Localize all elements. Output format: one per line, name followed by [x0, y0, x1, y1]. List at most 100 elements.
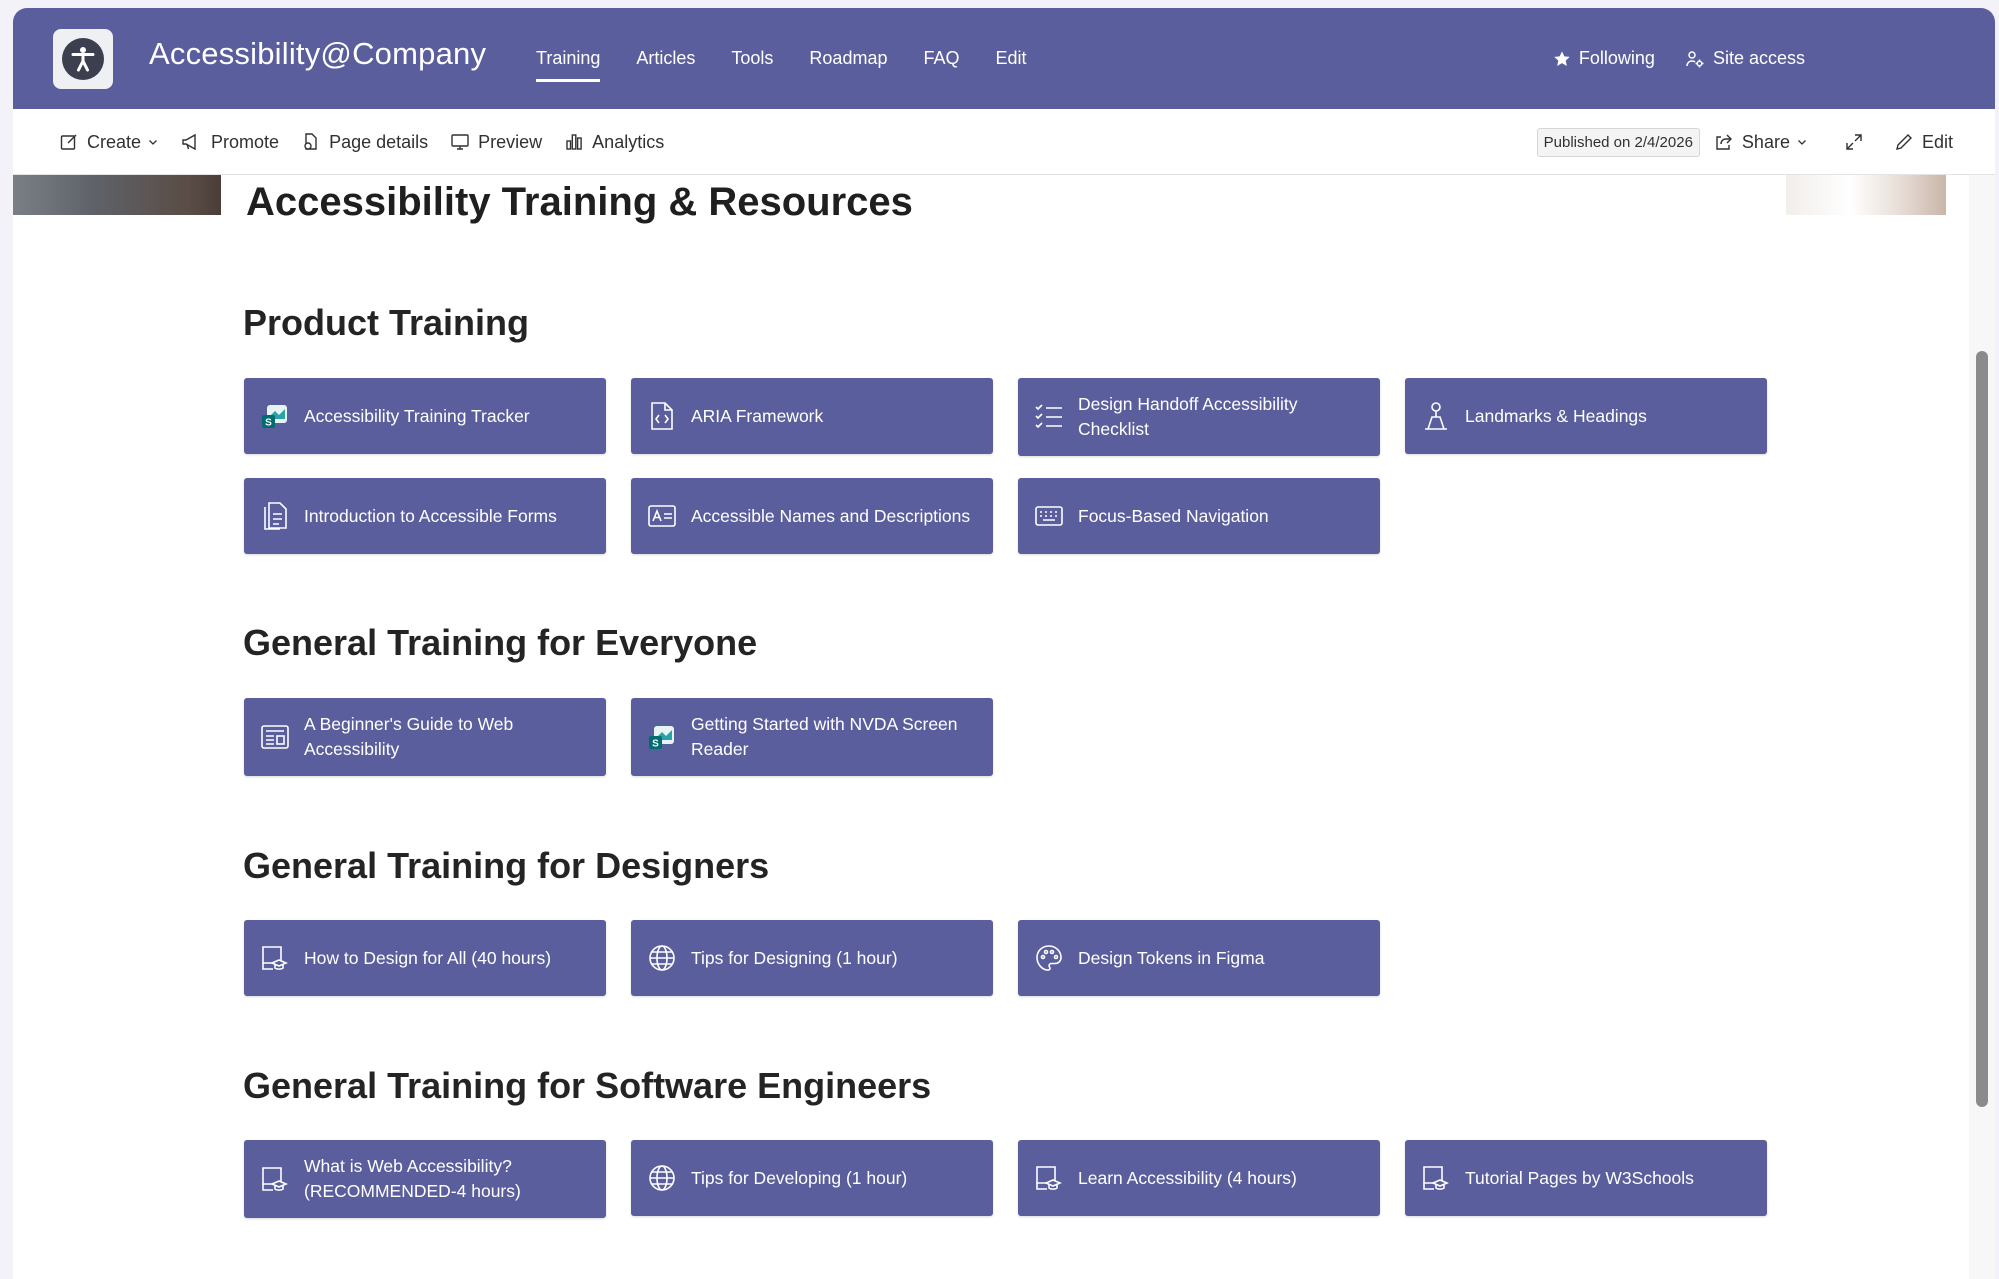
- site-access-button[interactable]: Site access: [1685, 48, 1805, 69]
- tile-label: Design Tokens in Figma: [1078, 947, 1265, 968]
- accessibility-icon: [62, 38, 104, 80]
- nav-item-training[interactable]: Training: [536, 8, 601, 109]
- section-heading-product-training: Product Training: [243, 302, 530, 343]
- news-icon: [258, 720, 292, 754]
- share-label: Share: [1741, 131, 1790, 152]
- banner-image-right: [1786, 175, 1946, 215]
- nav-item-roadmap[interactable]: Roadmap: [809, 8, 887, 109]
- tile-label: Introduction to Accessible Forms: [304, 505, 557, 526]
- tile-label: Accessibility Training Tracker: [304, 405, 530, 426]
- preview-icon: [451, 134, 469, 150]
- chevron-down-icon: [149, 140, 157, 145]
- document-icon: [258, 499, 292, 533]
- following-button[interactable]: Following: [1553, 48, 1655, 69]
- svg-text:S: S: [652, 739, 659, 750]
- tile-label: How to Design for All (40 hours): [304, 947, 552, 968]
- compose-icon: [60, 134, 77, 150]
- tile-accessible-forms[interactable]: Introduction to Accessible Forms: [244, 478, 606, 554]
- preview-label: Preview: [478, 131, 543, 152]
- header-actions: Following Site access: [1523, 8, 1805, 109]
- section-heading-general-everyone: General Training for Everyone: [243, 622, 758, 663]
- book-learning-icon: [258, 941, 292, 975]
- preview-button[interactable]: Preview: [450, 132, 542, 153]
- section-heading-general-designers: General Training for Designers: [243, 845, 770, 886]
- tile-design-for-all[interactable]: How to Design for All (40 hours): [244, 920, 606, 996]
- tile-label: Landmarks & Headings: [1465, 405, 1647, 426]
- site-title[interactable]: Accessibility@Company: [149, 36, 486, 72]
- published-status-badge: Published on 2/4/2026: [1536, 127, 1700, 157]
- book-learning-icon: [1419, 1161, 1453, 1195]
- globe-icon: [645, 941, 679, 975]
- tile-landmarks-headings[interactable]: Landmarks & Headings: [1405, 378, 1767, 454]
- tile-tips-designing[interactable]: Tips for Designing (1 hour): [631, 920, 993, 996]
- command-bar-left: Create Promote Page details Preview Anal…: [59, 109, 686, 175]
- promote-button[interactable]: Promote: [181, 132, 279, 153]
- chevron-down-icon: [1798, 140, 1806, 145]
- tile-label: Learn Accessibility (4 hours): [1078, 1167, 1297, 1188]
- tile-design-tokens-figma[interactable]: Design Tokens in Figma: [1018, 920, 1380, 996]
- megaphone-icon: [182, 133, 196, 151]
- pencil-icon: [1896, 134, 1912, 150]
- tile-tips-developing[interactable]: Tips for Developing (1 hour): [631, 1140, 993, 1216]
- star-icon: [1554, 50, 1570, 66]
- page-title: Accessibility Training & Resources: [246, 180, 913, 224]
- tile-nvda-screen-reader[interactable]: S Getting Started with NVDA Screen Reade…: [631, 698, 993, 776]
- create-button[interactable]: Create: [59, 132, 159, 153]
- tile-label: Focus-Based Navigation: [1078, 505, 1269, 526]
- keyboard-icon: [1032, 499, 1066, 533]
- sharepoint-icon: S: [258, 399, 292, 433]
- page-settings-icon: [304, 133, 317, 150]
- expand-button[interactable]: [1844, 132, 1872, 152]
- globe-icon: [645, 1161, 679, 1195]
- page-details-label: Page details: [329, 131, 429, 152]
- text-label-icon: [645, 499, 679, 533]
- checklist-icon: [1032, 400, 1066, 434]
- tile-label: Accessible Names and Descriptions: [691, 505, 971, 526]
- tile-label: Tips for Designing (1 hour): [691, 947, 898, 968]
- tile-accessible-names[interactable]: Accessible Names and Descriptions: [631, 478, 993, 554]
- share-icon: [1716, 134, 1732, 150]
- app-window: Accessibility@Company Training Articles …: [13, 8, 1995, 1279]
- following-label: Following: [1578, 48, 1655, 68]
- tile-beginners-guide[interactable]: A Beginner's Guide to Web Accessibility: [244, 698, 606, 776]
- tile-label: Design Handoff Accessibility Checklist: [1078, 394, 1298, 439]
- create-label: Create: [87, 131, 142, 152]
- share-button[interactable]: Share: [1714, 132, 1808, 153]
- people-settings-icon: [1686, 50, 1704, 67]
- nav-item-articles[interactable]: Articles: [636, 8, 695, 109]
- tile-label: What is Web Accessibility? (RECOMMENDED-…: [304, 1156, 521, 1201]
- tile-what-is-web-accessibility[interactable]: What is Web Accessibility? (RECOMMENDED-…: [244, 1140, 606, 1218]
- tile-aria-framework[interactable]: ARIA Framework: [631, 378, 993, 454]
- svg-text:S: S: [265, 418, 272, 429]
- nav-item-edit[interactable]: Edit: [995, 8, 1026, 109]
- book-learning-icon: [258, 1162, 292, 1196]
- nav-item-faq[interactable]: FAQ: [923, 8, 959, 109]
- command-bar-right: Published on 2/4/2026 Share Edit: [1536, 109, 1953, 175]
- tile-label: Getting Started with NVDA Screen Reader: [691, 714, 958, 759]
- code-file-icon: [645, 399, 679, 433]
- edit-button[interactable]: Edit: [1894, 132, 1953, 153]
- book-learning-icon: [1032, 1161, 1066, 1195]
- tile-accessibility-training-tracker[interactable]: S Accessibility Training Tracker: [244, 378, 606, 454]
- site-logo[interactable]: [53, 29, 113, 89]
- landmark-icon: [1419, 399, 1453, 433]
- tile-focus-navigation[interactable]: Focus-Based Navigation: [1018, 478, 1380, 554]
- tile-design-handoff-checklist[interactable]: Design Handoff Accessibility Checklist: [1018, 378, 1380, 456]
- analytics-icon: [566, 134, 582, 150]
- vertical-scrollbar[interactable]: [1969, 175, 1995, 1279]
- site-header: Accessibility@Company Training Articles …: [13, 8, 1995, 109]
- palette-icon: [1032, 941, 1066, 975]
- analytics-label: Analytics: [592, 131, 665, 152]
- tile-w3schools-tutorials[interactable]: Tutorial Pages by W3Schools: [1405, 1140, 1767, 1216]
- nav-item-tools[interactable]: Tools: [731, 8, 773, 109]
- tile-learn-accessibility[interactable]: Learn Accessibility (4 hours): [1018, 1140, 1380, 1216]
- page-details-button[interactable]: Page details: [301, 132, 428, 153]
- command-bar: Create Promote Page details Preview Anal…: [13, 109, 1995, 175]
- expand-icon: [1846, 134, 1862, 150]
- tile-label: ARIA Framework: [691, 405, 824, 426]
- scrollbar-thumb[interactable]: [1976, 351, 1988, 1107]
- tile-label: A Beginner's Guide to Web Accessibility: [304, 714, 514, 759]
- analytics-button[interactable]: Analytics: [564, 132, 664, 153]
- top-navigation: Training Articles Tools Roadmap FAQ Edit: [536, 8, 1063, 109]
- section-heading-software-engineers: General Training for Software Engineers: [243, 1065, 932, 1106]
